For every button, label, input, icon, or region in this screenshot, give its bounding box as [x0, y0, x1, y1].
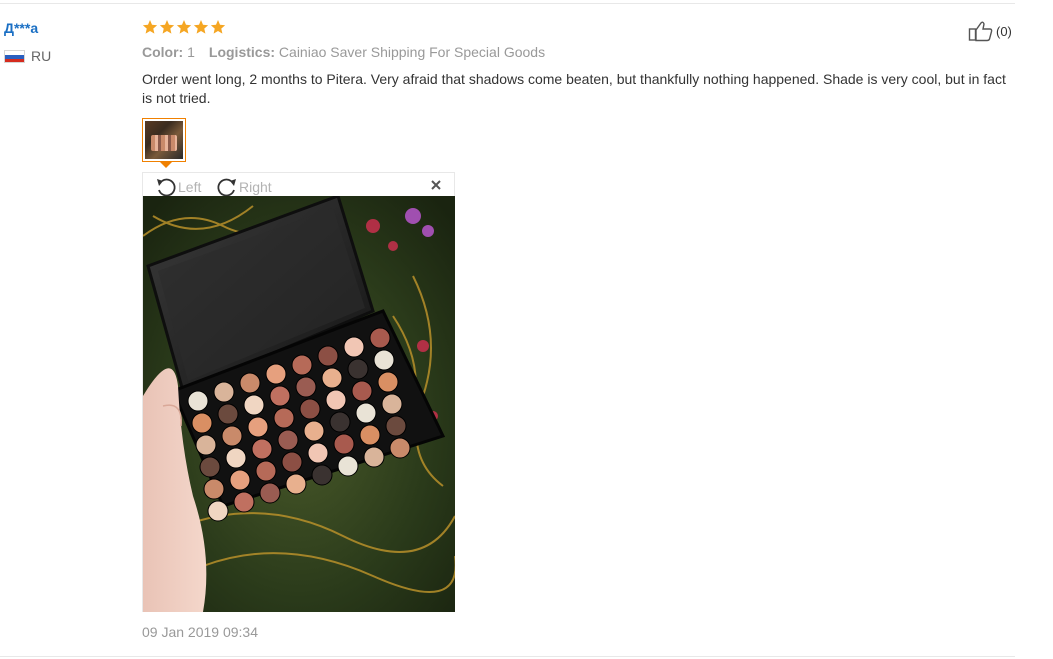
logistics-value: Cainiao Saver Shipping For Special Goods: [278, 44, 546, 60]
photo-viewer: Left Right: [142, 172, 455, 612]
star-icon: [142, 20, 158, 34]
thumbs-up-icon: [968, 21, 993, 42]
helpful-button[interactable]: (0): [968, 20, 1012, 42]
rotate-right-label: Right: [239, 179, 272, 195]
rotate-left-icon: [157, 178, 176, 197]
thumbnail-image: [145, 121, 183, 159]
country-code: RU: [31, 48, 52, 64]
star-icon: [193, 20, 209, 34]
reviewer-name: Д***а: [4, 20, 39, 36]
review-text: Order went long, 2 months to Pitera. Ver…: [142, 71, 1006, 106]
color-value: 1: [187, 44, 195, 60]
rotate-left-label: Left: [178, 179, 202, 195]
reviewer-country: RU: [4, 48, 51, 64]
order-meta: Color: 1 Logistics: Cainiao Saver Shippin…: [142, 44, 545, 60]
close-icon[interactable]: [430, 179, 442, 191]
thumbnail-pointer: [160, 162, 172, 168]
rotate-left-button[interactable]: Left: [154, 176, 201, 198]
helpful-count: (0): [996, 23, 1012, 39]
top-divider: [0, 3, 1015, 4]
rotate-right-icon: [217, 178, 236, 197]
reviewer-info: Д***а: [4, 20, 38, 36]
star-icon: [159, 20, 175, 34]
star-icon: [210, 20, 226, 34]
bottom-divider: [0, 656, 1015, 657]
star-icon: [176, 20, 192, 34]
review-date: 09 Jan 2019 09:34: [142, 624, 258, 640]
review-photo: [143, 196, 455, 612]
russia-flag-icon: [4, 49, 25, 63]
logistics-label: Logistics:: [208, 44, 276, 60]
star-rating: [142, 19, 226, 35]
viewer-toolbar: Left Right: [143, 173, 454, 198]
rotate-right-button[interactable]: Right: [215, 176, 272, 198]
review-photo-thumbnail[interactable]: [142, 118, 186, 162]
color-label: Color:: [142, 44, 184, 60]
